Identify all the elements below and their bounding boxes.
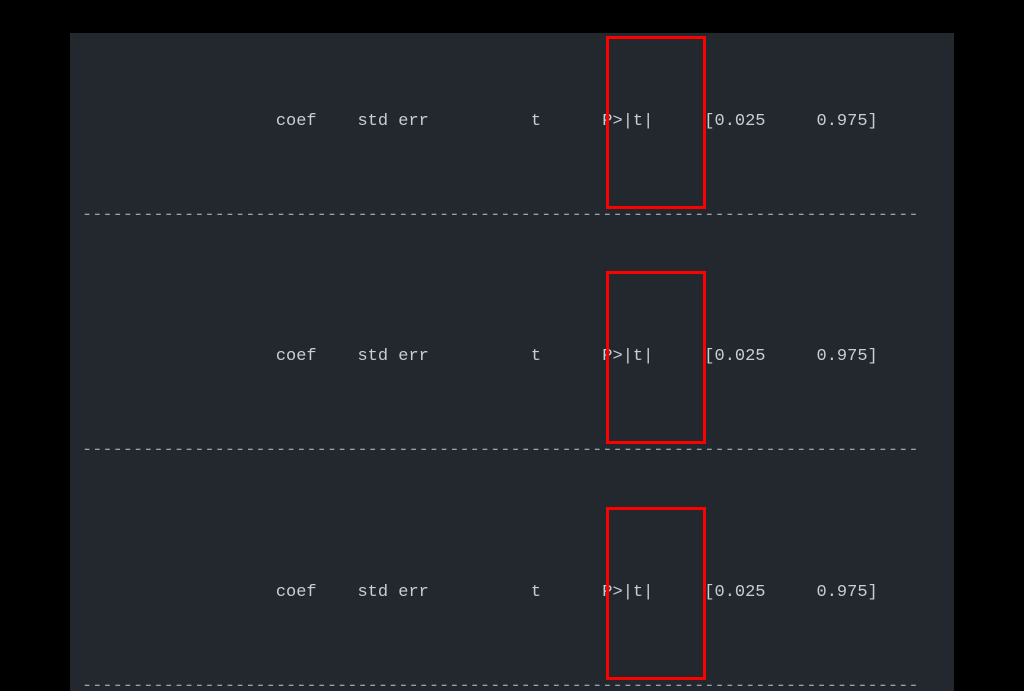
regression-output-3: coef std err t P>|t| [0.025 0.975] -----…	[70, 504, 954, 691]
table-header: coef std err t P>|t| [0.025 0.975]	[82, 577, 949, 608]
table-divider: ----------------------------------------…	[82, 435, 949, 466]
table-header: coef std err t P>|t| [0.025 0.975]	[82, 341, 949, 372]
table-divider: ----------------------------------------…	[82, 200, 949, 231]
table-header: coef std err t P>|t| [0.025 0.975]	[82, 106, 949, 137]
table-divider: ----------------------------------------…	[82, 671, 949, 691]
